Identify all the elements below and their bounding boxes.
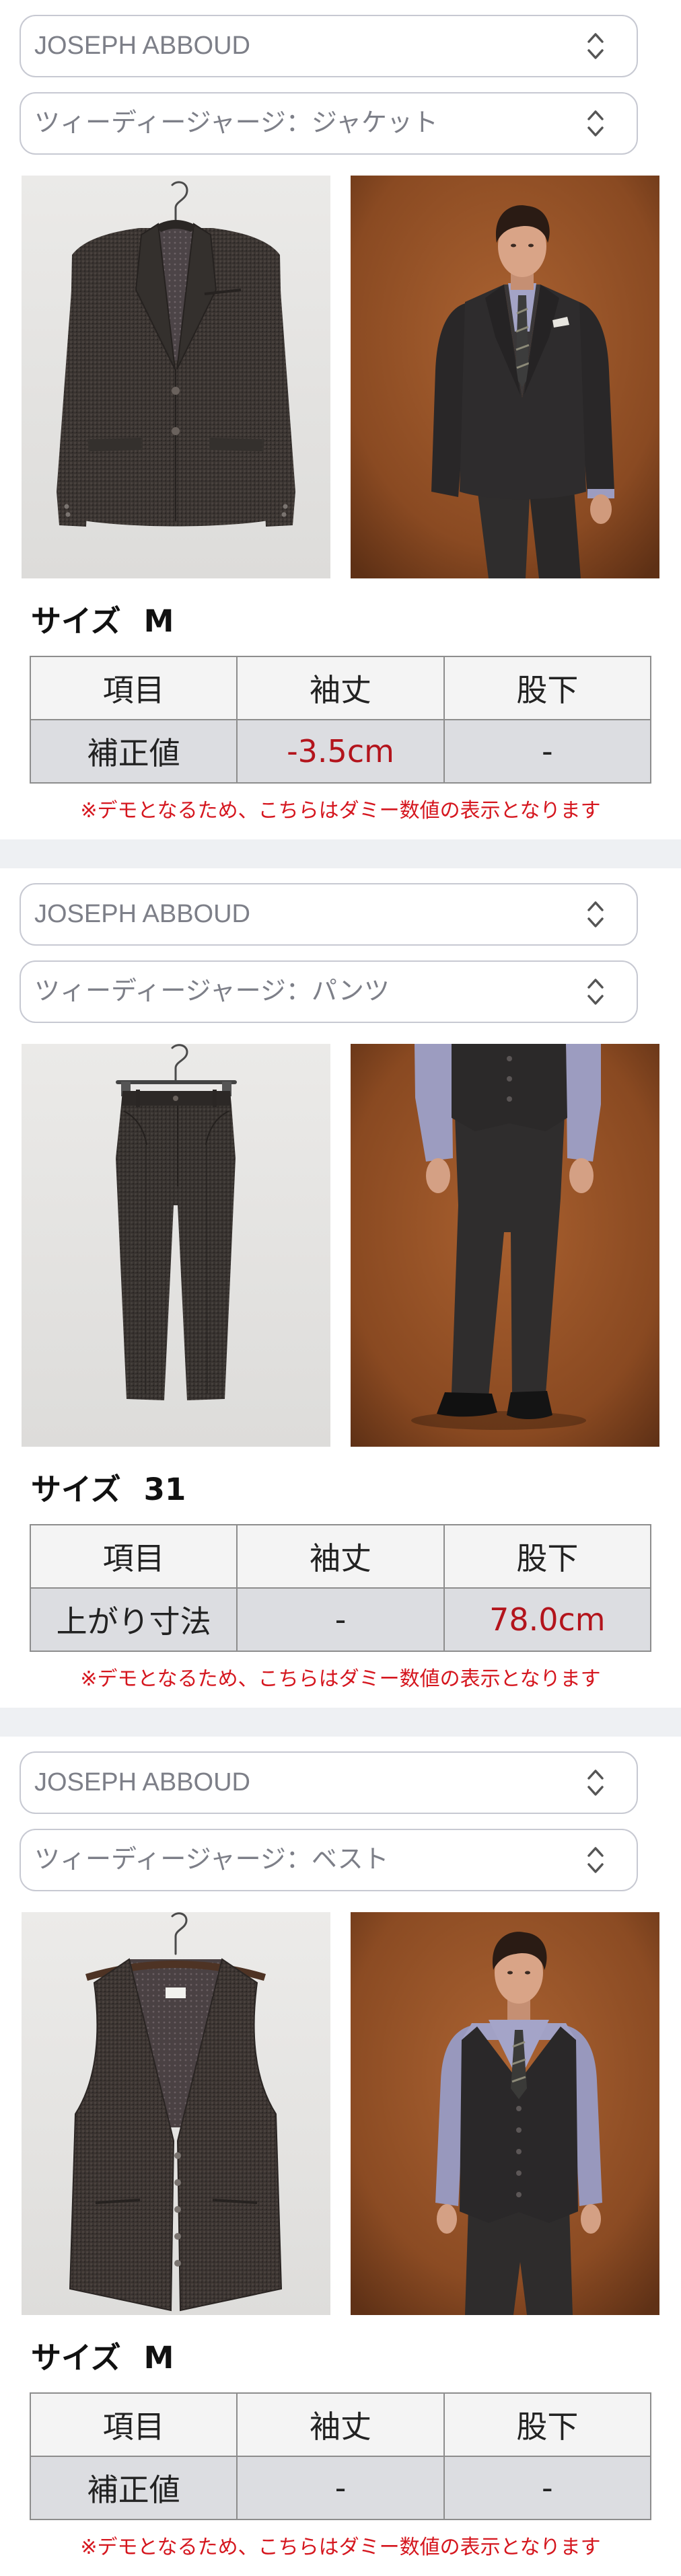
table-row-label: 補正値 [29, 719, 238, 784]
item-select-value: ツィーディージャージ：パンツ [34, 977, 390, 1006]
chevron-up-down-icon [587, 110, 604, 137]
adjustment-table: 項目 袖丈 股下 補正値 - - [29, 2392, 652, 2520]
brand-select[interactable]: JOSEPH ABBOUD [20, 883, 638, 946]
size-value: M [143, 2340, 174, 2376]
item-select-value: ツィーディージャージ：ジャケット [34, 109, 439, 137]
model-image [351, 1044, 659, 1447]
table-cell-sleeve: - [236, 1587, 445, 1652]
demo-note: ※デモとなるため、こちらはダミー数値の表示となります [80, 799, 601, 823]
table-header-row: 項目 袖丈 股下 [29, 1524, 652, 1589]
adjustment-table: 項目 袖丈 股下 上がり寸法 - 78.0cm [29, 1524, 652, 1652]
brand-select[interactable]: JOSEPH ABBOUD [20, 15, 638, 77]
table-header-cell: 股下 [443, 2392, 652, 2457]
item-select[interactable]: ツィーディージャージ：パンツ [20, 960, 638, 1023]
brand-select-value: JOSEPH ABBOUD [34, 1768, 250, 1796]
table-cell-sleeve: -3.5cm [236, 719, 445, 784]
table-cell-inseam: - [443, 719, 652, 784]
table-row-label: 補正値 [29, 2456, 238, 2520]
item-select-value: ツィーディージャージ：ベスト [34, 1846, 389, 1874]
brand-select-value: JOSEPH ABBOUD [34, 32, 250, 60]
chevron-up-down-icon [587, 901, 604, 927]
size-value: M [143, 603, 174, 639]
item-select[interactable]: ツィーディージャージ：ベスト [20, 1829, 638, 1891]
item-select[interactable]: ツィーディージャージ：ジャケット [20, 92, 638, 155]
table-row: 上がり寸法 - 78.0cm [29, 1587, 652, 1652]
size-value: 31 [143, 1472, 186, 1507]
adjustment-table: 項目 袖丈 股下 補正値 -3.5cm - [29, 656, 652, 784]
table-header-cell: 項目 [29, 656, 238, 720]
product-image [22, 1912, 330, 2315]
product-image [22, 1044, 330, 1447]
table-row: 補正値 -3.5cm - [29, 719, 652, 784]
demo-note: ※デモとなるため、こちらはダミー数値の表示となります [80, 1667, 601, 1691]
table-row: 補正値 - - [29, 2456, 652, 2520]
model-image [351, 176, 659, 578]
size-label: サイズ [31, 603, 121, 639]
table-header-cell: 袖丈 [236, 1524, 445, 1589]
size-heading: サイズ 31 [31, 1470, 186, 1509]
product-image [22, 176, 330, 578]
table-header-cell: 袖丈 [236, 2392, 445, 2457]
table-header-cell: 項目 [29, 2392, 238, 2457]
chevron-up-down-icon [587, 33, 604, 59]
size-heading: サイズ M [31, 2339, 174, 2378]
fitting-card: JOSEPH ABBOUD ツィーディージャージ：ベスト サイズ M 項目 袖丈… [0, 1737, 681, 2576]
table-header-row: 項目 袖丈 股下 [29, 2392, 652, 2457]
table-header-cell: 股下 [443, 1524, 652, 1589]
fitting-card: JOSEPH ABBOUD ツィーディージャージ：パンツ サイズ 31 項目 袖… [0, 868, 681, 1708]
chevron-up-down-icon [587, 1770, 604, 1796]
chevron-up-down-icon [587, 979, 604, 1005]
size-heading: サイズ M [31, 602, 174, 641]
table-header-cell: 項目 [29, 1524, 238, 1589]
demo-note: ※デモとなるため、こちらはダミー数値の表示となります [80, 2536, 601, 2559]
table-header-cell: 袖丈 [236, 656, 445, 720]
table-row-label: 上がり寸法 [29, 1587, 238, 1652]
table-header-cell: 股下 [443, 656, 652, 720]
size-label: サイズ [31, 1472, 121, 1507]
table-cell-sleeve: - [236, 2456, 445, 2520]
table-header-row: 項目 袖丈 股下 [29, 656, 652, 720]
brand-select[interactable]: JOSEPH ABBOUD [20, 1751, 638, 1814]
chevron-up-down-icon [587, 1847, 604, 1873]
table-cell-inseam: - [443, 2456, 652, 2520]
size-label: サイズ [31, 2340, 121, 2376]
brand-select-value: JOSEPH ABBOUD [34, 900, 250, 928]
fitting-card: JOSEPH ABBOUD ツィーディージャージ：ジャケット サイズ M 項目 … [0, 0, 681, 839]
model-image [351, 1912, 659, 2315]
table-cell-inseam: 78.0cm [443, 1587, 652, 1652]
